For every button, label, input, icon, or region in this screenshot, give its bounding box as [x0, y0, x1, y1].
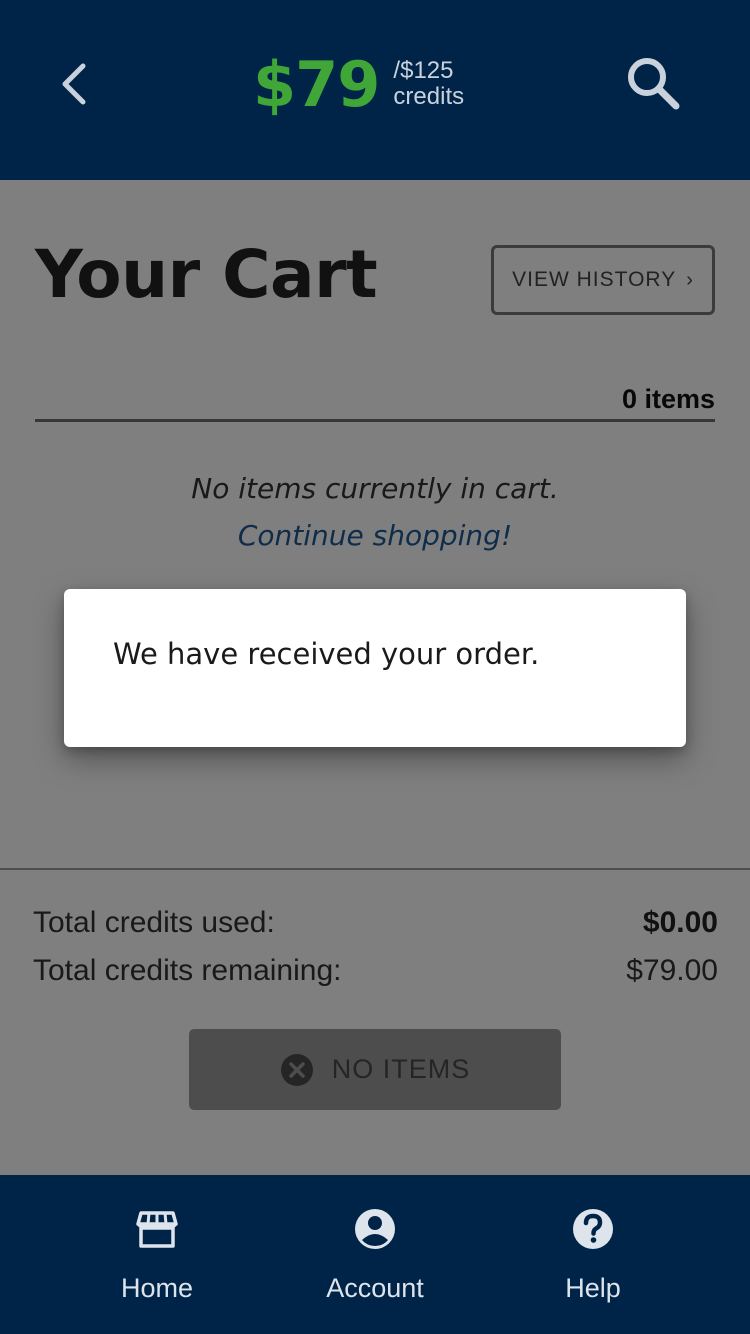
credits-detail: /$125 credits [393, 58, 464, 110]
search-button[interactable] [622, 52, 684, 114]
nav-item-help[interactable]: Help [503, 1207, 683, 1304]
search-icon [628, 58, 680, 110]
dialog-message: We have received your order. [113, 637, 540, 671]
chevron-left-icon [62, 63, 86, 105]
nav-label-help: Help [565, 1273, 621, 1303]
credits-balance: $79 /$125 credits [253, 50, 464, 120]
store-icon [136, 1211, 178, 1248]
order-confirmation-dialog: We have received your order. [64, 589, 686, 747]
nav-label-account: Account [326, 1273, 424, 1303]
credits-amount: $79 [253, 48, 380, 121]
nav-item-home[interactable]: Home [67, 1207, 247, 1304]
nav-item-account[interactable]: Account [285, 1207, 465, 1304]
nav-label-home: Home [120, 1273, 194, 1303]
bottom-nav: Home Account Help [0, 1175, 750, 1334]
account-circle-icon [355, 1209, 395, 1249]
app-header: $79 /$125 credits [0, 0, 750, 180]
credits-label: credits [393, 83, 465, 110]
credits-total: /$125 [393, 57, 454, 84]
help-circle-icon [573, 1209, 613, 1249]
back-button[interactable] [50, 58, 98, 110]
